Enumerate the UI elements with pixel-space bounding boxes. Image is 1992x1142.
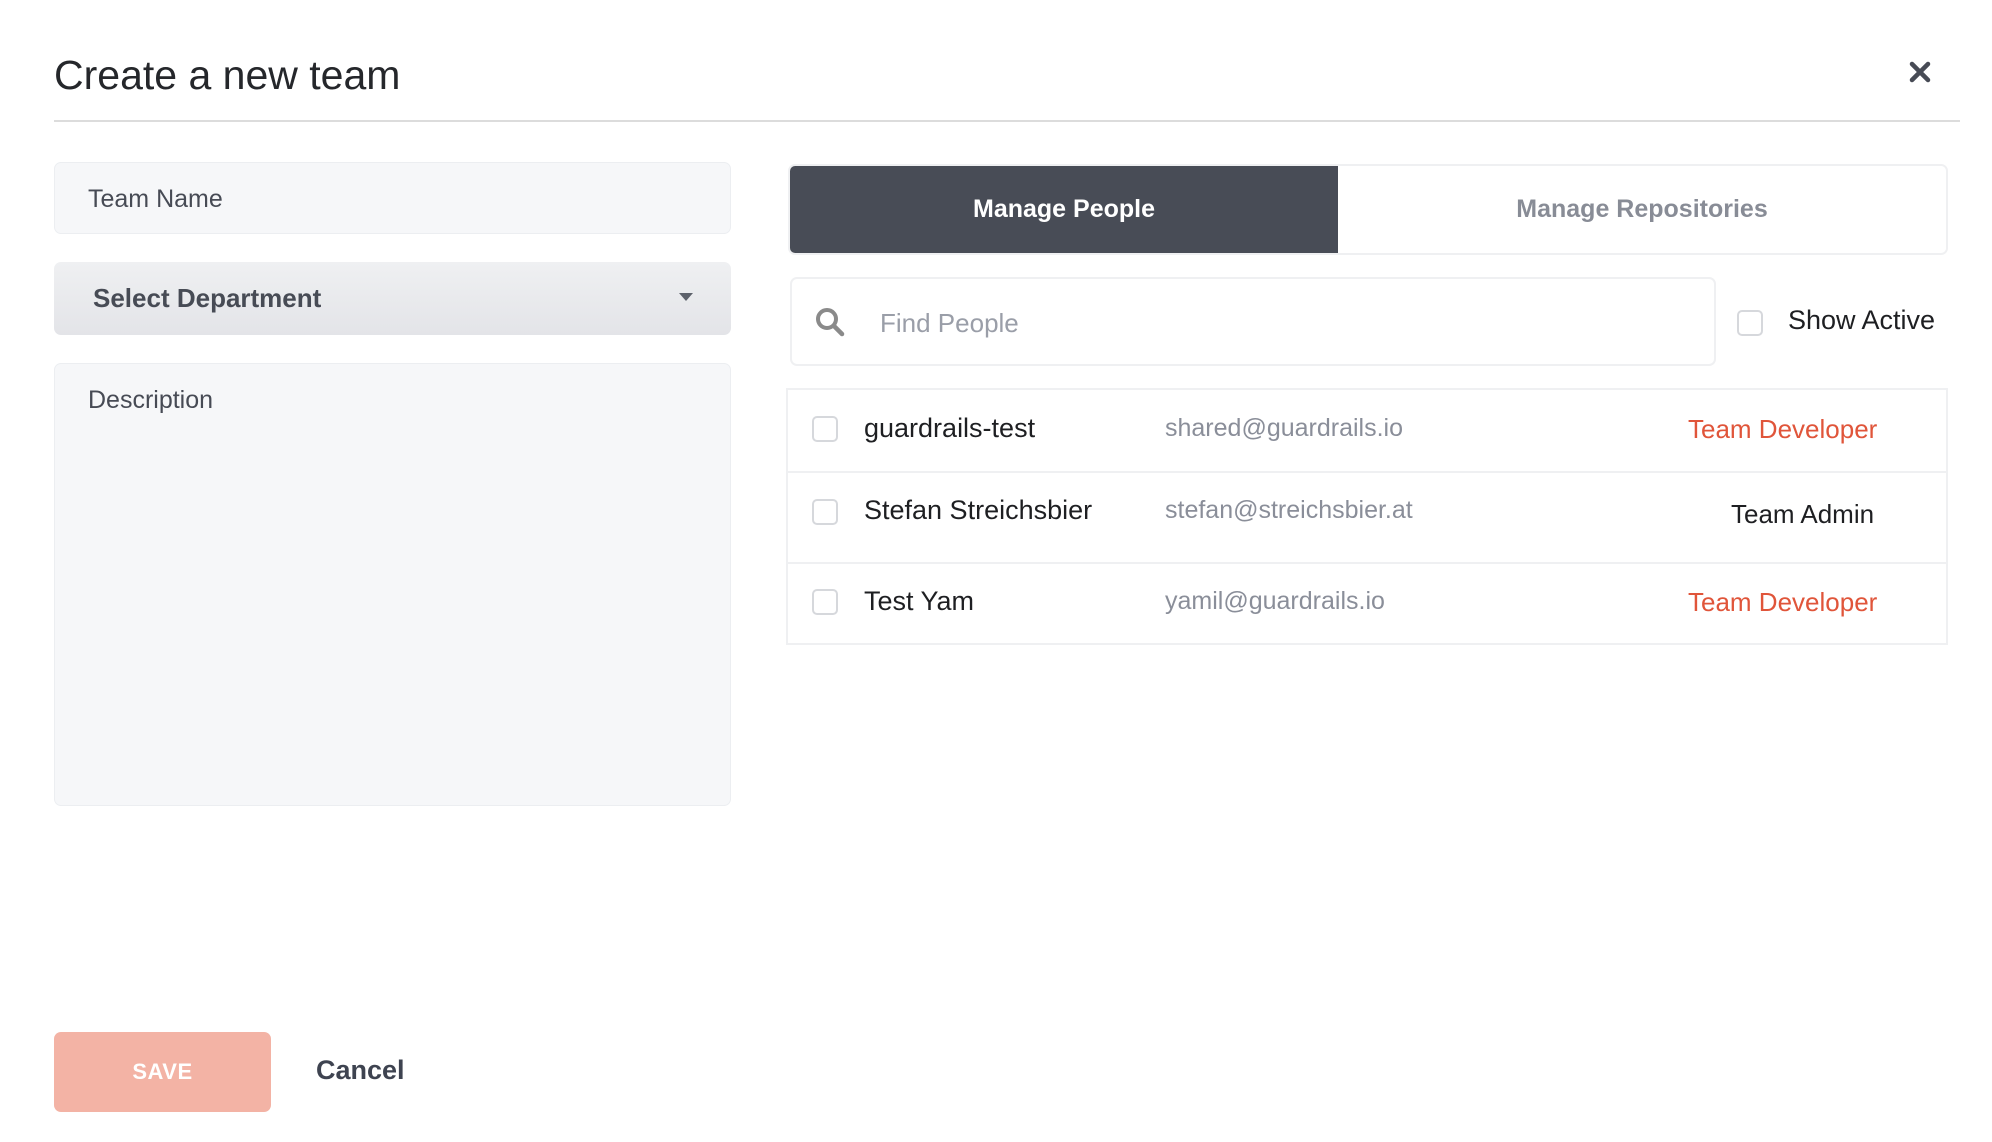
list-item: guardrails-test shared@guardrails.io Tea… — [788, 390, 1946, 472]
header-divider — [54, 120, 1960, 122]
department-select-label: Select Department — [93, 283, 322, 313]
find-people-search — [790, 277, 1716, 366]
people-list: guardrails-test shared@guardrails.io Tea… — [786, 388, 1948, 645]
list-item: Test Yam yamil@guardrails.io Team Develo… — [788, 562, 1946, 643]
close-icon — [1909, 61, 1931, 83]
team-name-input[interactable]: Team Name — [54, 162, 731, 234]
description-textarea[interactable]: Description — [54, 363, 731, 806]
tab-bar: Manage People Manage Repositories — [788, 164, 1948, 255]
search-icon — [816, 308, 845, 337]
show-active-checkbox[interactable] — [1737, 310, 1763, 336]
tab-manage-people[interactable]: Manage People — [790, 166, 1338, 253]
description-placeholder: Description — [88, 386, 214, 414]
person-name: Stefan Streichsbier — [864, 495, 1093, 525]
row-checkbox[interactable] — [812, 416, 838, 442]
person-role[interactable]: Team Developer — [1688, 414, 1877, 445]
list-item: Stefan Streichsbier stefan@streichsbier.… — [788, 471, 1946, 563]
save-button[interactable]: SAVE — [54, 1032, 271, 1112]
person-role[interactable]: Team Admin — [1731, 499, 1874, 530]
row-checkbox[interactable] — [812, 589, 838, 615]
person-email: yamil@guardrails.io — [1165, 587, 1385, 615]
find-people-input[interactable] — [878, 299, 1682, 347]
close-button[interactable] — [1906, 58, 1934, 86]
cancel-button[interactable]: Cancel — [316, 1055, 405, 1086]
person-name: guardrails-test — [864, 413, 1036, 443]
show-active-label: Show Active — [1788, 305, 1936, 335]
tab-manage-repositories[interactable]: Manage Repositories — [1338, 166, 1946, 253]
department-select[interactable]: Select Department — [54, 262, 731, 335]
person-role[interactable]: Team Developer — [1688, 587, 1877, 618]
dialog-title: Create a new team — [54, 52, 401, 98]
person-email: stefan@streichsbier.at — [1165, 496, 1413, 524]
person-name: Test Yam — [864, 586, 975, 616]
team-name-placeholder: Team Name — [88, 185, 223, 213]
person-email: shared@guardrails.io — [1165, 414, 1404, 442]
caret-down-icon — [679, 293, 693, 301]
row-checkbox[interactable] — [812, 499, 838, 525]
